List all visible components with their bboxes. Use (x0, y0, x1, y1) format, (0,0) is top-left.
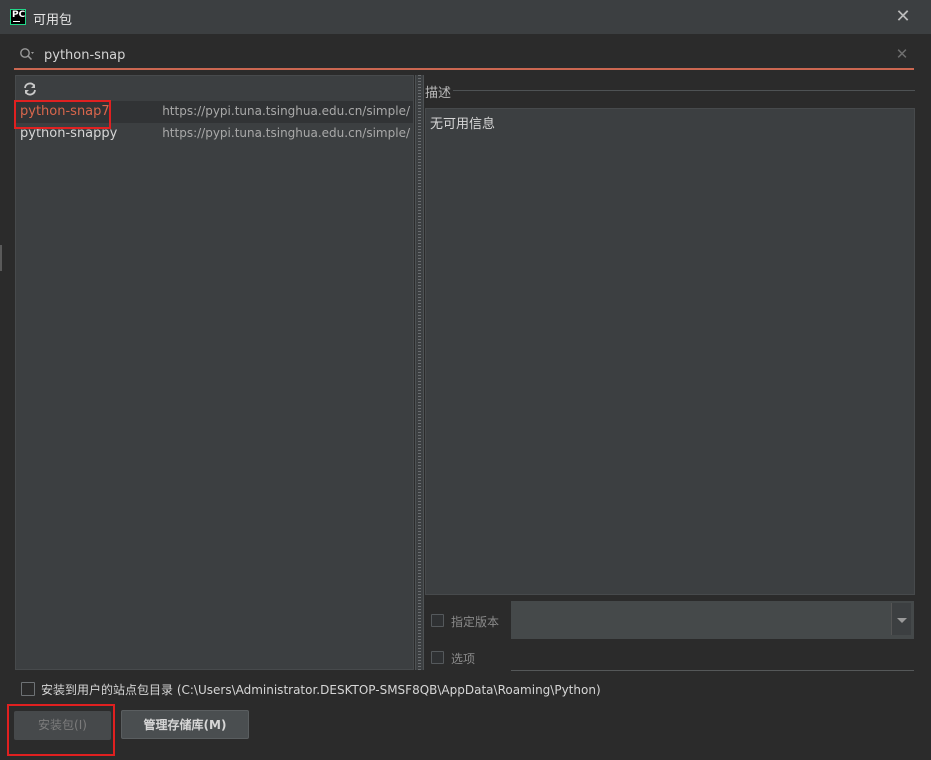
options-checkbox[interactable] (431, 651, 444, 664)
manage-repositories-button[interactable]: 管理存储库(M) (121, 710, 249, 739)
close-icon[interactable]: ✕ (892, 6, 914, 28)
package-repo: https://pypi.tuna.tsinghua.edu.cn/simple… (162, 126, 410, 140)
title-bar: PC 可用包 ✕ (0, 0, 931, 34)
panel-splitter[interactable] (415, 75, 424, 670)
description-text: 无可用信息 (430, 117, 496, 132)
search-bar: ✕ (14, 40, 914, 70)
description-label: 描述 (425, 86, 452, 101)
chevron-down-icon[interactable] (891, 603, 911, 635)
window-title: 可用包 (33, 13, 73, 28)
install-package-button[interactable]: 安装包(I) (14, 711, 111, 740)
search-input[interactable] (42, 44, 862, 66)
specify-version-checkbox[interactable] (431, 614, 444, 627)
package-list: python-snap7 https://pypi.tuna.tsinghua.… (16, 101, 413, 145)
package-name: python-snap7 (20, 104, 110, 119)
description-box: 无可用信息 (425, 108, 915, 595)
install-to-user-site-checkbox[interactable] (21, 682, 35, 696)
clear-search-icon[interactable]: ✕ (894, 44, 910, 64)
package-row-python-snap7[interactable]: python-snap7 https://pypi.tuna.tsinghua.… (16, 101, 413, 123)
description-header: 描述 (425, 82, 915, 101)
version-select[interactable] (511, 601, 914, 639)
options-label: 选项 (451, 652, 476, 666)
window-edge (0, 245, 2, 271)
options-field[interactable] (511, 640, 914, 671)
package-row-python-snappy[interactable]: python-snappy https://pypi.tuna.tsinghua… (16, 123, 413, 145)
package-repo: https://pypi.tuna.tsinghua.edu.cn/simple… (162, 104, 410, 118)
package-name: python-snappy (20, 126, 118, 141)
refresh-icon[interactable] (21, 80, 39, 98)
install-to-user-site-label: 安装到用户的站点包目录 (C:\Users\Administrator.DESK… (41, 683, 601, 697)
specify-version-label: 指定版本 (451, 615, 500, 629)
description-divider (453, 90, 915, 91)
search-icon[interactable] (19, 47, 35, 63)
pycharm-app-icon: PC (10, 9, 26, 25)
package-list-panel: python-snap7 https://pypi.tuna.tsinghua.… (15, 75, 414, 670)
